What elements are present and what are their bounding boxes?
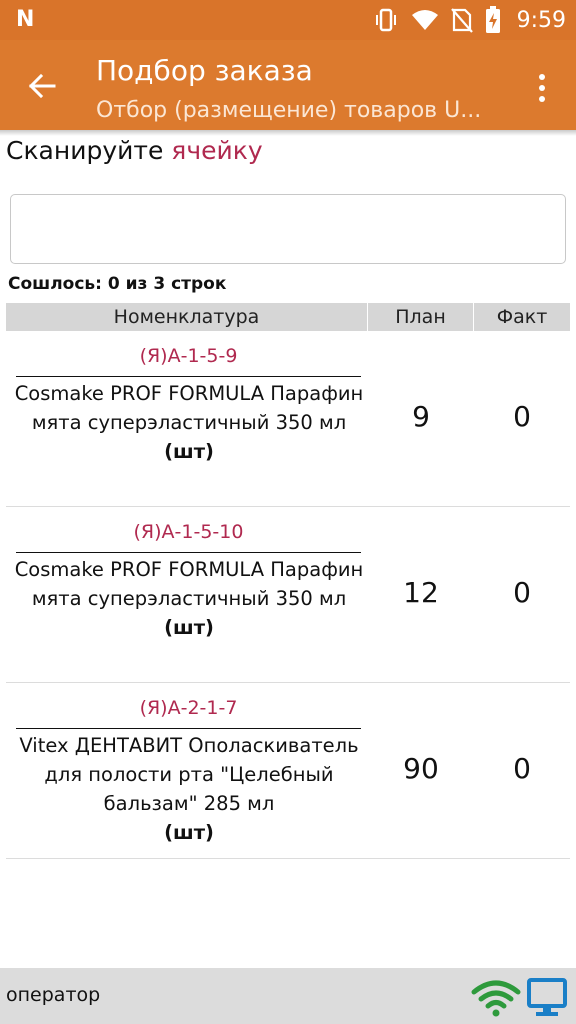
status-icons: 9:59: [373, 0, 566, 40]
row-fact: 0: [513, 399, 531, 433]
row-description-text: Vitex ДЕНТАВИТ Ополаскиватель для полост…: [19, 734, 359, 815]
bottom-bar: оператор: [0, 968, 576, 1024]
row-fact: 0: [513, 751, 531, 785]
row-cell-code: (Я)А-1-5-10: [133, 521, 244, 543]
wifi-signal-icon: [471, 980, 521, 1017]
row-description: Vitex ДЕНТАВИТ Ополаскиватель для полост…: [12, 731, 366, 847]
row-description: Cosmake PROF FORMULA Парафин мята суперэ…: [12, 555, 366, 642]
row-unit: (шт): [164, 616, 214, 639]
row-divider: [16, 376, 361, 377]
battery-charging-icon: [485, 6, 500, 33]
row-divider: [16, 728, 361, 729]
row-description: Cosmake PROF FORMULA Парафин мята суперэ…: [12, 379, 366, 466]
no-sim-icon: [450, 8, 473, 33]
app-bar: Подбор заказа Отбор (размещение) товаров…: [0, 40, 576, 130]
row-unit: (шт): [164, 821, 214, 844]
table-body: (Я)А-1-5-9 Cosmake PROF FORMULA Парафин …: [6, 331, 570, 859]
row-fact: 0: [513, 575, 531, 609]
row-plan: 90: [403, 751, 439, 785]
row-description-text: Cosmake PROF FORMULA Парафин мята суперэ…: [14, 558, 364, 610]
row-divider: [16, 552, 361, 553]
row-cell-code: (Я)А-2-1-7: [139, 697, 238, 719]
page-subtitle: Отбор (размещение) товаров U...: [96, 98, 482, 123]
arrow-back-icon: [28, 73, 56, 99]
row-unit: (шт): [164, 440, 214, 463]
monitor-icon: [527, 978, 567, 1016]
more-vert-icon[interactable]: [532, 68, 552, 108]
column-header-name: Номенклатура: [6, 303, 368, 331]
scan-prompt-text: Сканируйте: [6, 136, 172, 165]
scan-prompt-highlight: ячейку: [171, 136, 263, 165]
row-plan: 9: [412, 399, 430, 433]
table-row[interactable]: (Я)А-1-5-10 Cosmake PROF FORMULA Парафин…: [6, 507, 570, 683]
column-header-plan: План: [368, 303, 474, 331]
column-header-fact: Факт: [496, 306, 548, 328]
status-bar: N 9:59: [0, 0, 576, 40]
status-time: 9:59: [516, 7, 566, 33]
operator-label: оператор: [6, 984, 101, 1006]
table-row[interactable]: (Я)А-2-1-7 Vitex ДЕНТАВИТ Ополаскиватель…: [6, 683, 570, 859]
row-cell-code: (Я)А-1-5-9: [139, 345, 238, 367]
scan-input[interactable]: [10, 194, 566, 264]
row-description-text: Cosmake PROF FORMULA Парафин мята суперэ…: [14, 382, 364, 434]
wifi-icon: [411, 10, 438, 30]
n-logo-icon: N: [16, 7, 35, 32]
match-status: Сошлось: 0 из 3 строк: [8, 274, 227, 294]
table-header: Номенклатура План Факт: [6, 303, 570, 331]
back-button[interactable]: [22, 66, 62, 106]
table-row[interactable]: (Я)А-1-5-9 Cosmake PROF FORMULA Парафин …: [6, 331, 570, 507]
vibrate-icon: [375, 8, 396, 32]
page-title: Подбор заказа: [96, 54, 313, 87]
scan-prompt: Сканируйте ячейку: [6, 136, 263, 165]
row-plan: 12: [403, 575, 439, 609]
